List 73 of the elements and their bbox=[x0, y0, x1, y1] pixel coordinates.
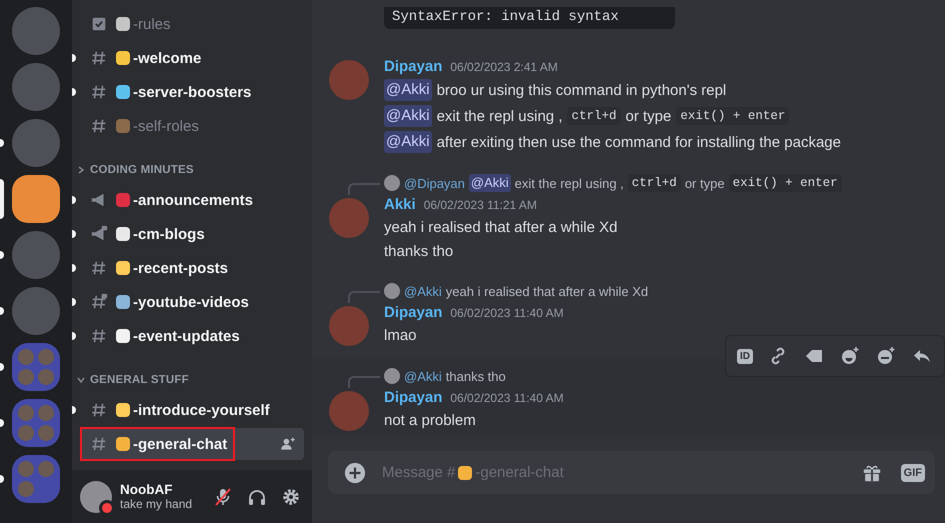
channel-item[interactable]: -youtube-videos bbox=[80, 286, 304, 318]
username: NoobAF bbox=[120, 482, 174, 497]
hash-icon bbox=[90, 83, 108, 101]
reply-text: thanks tho bbox=[446, 368, 506, 384]
channel-item[interactable]: -self-roles bbox=[80, 110, 304, 142]
reply-author[interactable]: @Dipayan bbox=[404, 176, 465, 190]
reply-text: or type bbox=[684, 176, 725, 190]
reply-avatar bbox=[384, 175, 400, 191]
custom-status: take my hand bbox=[120, 497, 194, 511]
message-text: or type bbox=[626, 108, 672, 124]
timestamp: 06/02/2023 11:40 AM bbox=[450, 306, 564, 320]
gif-button[interactable]: GIF bbox=[900, 464, 925, 482]
message-input[interactable]: Message # -general-chat GIF bbox=[328, 451, 935, 494]
input-placeholder: Message # bbox=[382, 464, 456, 481]
message-text: not a problem bbox=[384, 412, 476, 428]
reply-text: yeah i realised that after a while Xd bbox=[446, 284, 648, 298]
chevron-icon bbox=[76, 375, 86, 385]
inline-code: exit() + enter bbox=[676, 107, 790, 125]
message-text: exit the repl using , bbox=[436, 108, 562, 124]
channel-item[interactable]: -server-boosters bbox=[80, 76, 304, 108]
input-placeholder: -general-chat bbox=[475, 464, 564, 481]
locked-megaphone-icon bbox=[90, 225, 108, 243]
user-avatar[interactable] bbox=[80, 480, 112, 512]
code-block: SyntaxError: invalid syntax bbox=[384, 7, 675, 29]
hash-icon bbox=[90, 259, 108, 277]
category-header[interactable]: GENERAL STUFF bbox=[72, 354, 312, 394]
message-text: lmao bbox=[384, 326, 417, 344]
inline-code: ctrl+d bbox=[628, 174, 681, 192]
timestamp: 06/02/2023 11:40 AM bbox=[450, 391, 564, 405]
author-name[interactable]: Akki bbox=[384, 196, 416, 213]
author-name[interactable]: Dipayan bbox=[384, 58, 442, 75]
channel-item[interactable]: -cm-blogs bbox=[80, 218, 304, 250]
author-name[interactable]: Dipayan bbox=[384, 304, 442, 321]
reply-connector bbox=[348, 291, 380, 303]
checklist-icon bbox=[90, 15, 108, 33]
add-member-icon[interactable] bbox=[280, 436, 296, 452]
mention[interactable]: @Akki bbox=[384, 79, 432, 101]
inline-code: ctrl+d bbox=[567, 107, 620, 125]
mention[interactable]: @Akki bbox=[384, 131, 432, 153]
category-header[interactable]: CODING MINUTES bbox=[72, 144, 312, 184]
hash-icon bbox=[90, 117, 108, 135]
reply-author[interactable]: @Akki bbox=[404, 368, 442, 384]
reply-text: exit the repl using , bbox=[514, 176, 624, 190]
reply-connector bbox=[348, 183, 380, 195]
reply-connector bbox=[348, 376, 380, 388]
reply-author[interactable]: @Akki bbox=[404, 284, 442, 298]
copy-id-button[interactable]: ID bbox=[737, 348, 753, 364]
timestamp: 06/02/2023 2:41 AM bbox=[450, 60, 558, 74]
chevron-icon bbox=[76, 165, 86, 175]
channel-item[interactable]: -general-chat bbox=[80, 428, 304, 460]
reply-avatar bbox=[384, 283, 400, 299]
add-attachment-icon[interactable] bbox=[344, 462, 366, 484]
channel-item[interactable]: -introduce-yourself bbox=[80, 394, 304, 426]
mention[interactable]: @Akki bbox=[468, 174, 511, 192]
channel-item[interactable]: -welcome bbox=[80, 42, 304, 74]
hash-icon bbox=[90, 327, 108, 345]
channel-item[interactable]: -rules bbox=[80, 8, 304, 40]
channel-item[interactable]: -recent-posts bbox=[80, 252, 304, 284]
locked-hash-icon bbox=[90, 293, 108, 311]
message-text: after exiting then use the command for installing the package bbox=[436, 134, 841, 150]
channel-item[interactable]: -event-updates bbox=[80, 320, 304, 352]
message-text: yeah i realised that after a while Xd bbox=[384, 218, 618, 236]
timestamp: 06/02/2023 11:21 AM bbox=[424, 198, 537, 212]
message-text: thanks tho bbox=[384, 242, 454, 260]
hash-icon bbox=[90, 49, 108, 67]
mention[interactable]: @Akki bbox=[384, 105, 432, 127]
message-text: broo ur using this command in python's repl bbox=[436, 82, 726, 98]
reply-avatar bbox=[384, 368, 400, 384]
hash-icon bbox=[90, 435, 108, 453]
inline-code: exit() + enter bbox=[728, 174, 842, 192]
hash-icon bbox=[90, 401, 108, 419]
channel-item[interactable]: -announcements bbox=[80, 184, 304, 216]
author-name[interactable]: Dipayan bbox=[384, 389, 442, 406]
